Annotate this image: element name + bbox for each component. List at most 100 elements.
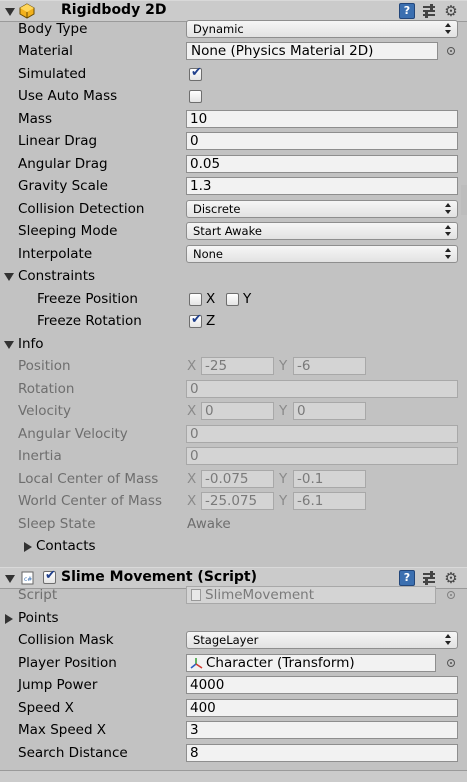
help-icon[interactable]: ? xyxy=(399,3,415,19)
collision-detection-label: Collision Detection xyxy=(18,201,145,217)
local-com-x-field: -0.075 xyxy=(201,470,274,488)
interpolate-dropdown[interactable]: None xyxy=(186,245,458,263)
collision-mask-label: Collision Mask xyxy=(18,632,114,648)
collision-mask-value: StageLayer xyxy=(193,633,259,647)
angular-velocity-field: 0 xyxy=(186,425,458,443)
dropdown-arrows-icon xyxy=(445,23,451,35)
jump-power-input[interactable]: 4000 xyxy=(186,676,458,694)
angular-drag-input[interactable]: 0.05 xyxy=(186,155,458,173)
scrollbar[interactable] xyxy=(461,185,467,215)
freeze-rotation-row: Freeze Rotation ✔ Z xyxy=(0,311,467,333)
use-auto-mass-checkbox[interactable] xyxy=(189,90,202,103)
info-world-center-of-mass-row: World Center of Mass X -25.075 Y -6.1 xyxy=(0,491,467,513)
points-foldout[interactable]: Points xyxy=(0,608,467,630)
inertia-field: 0 xyxy=(186,447,458,465)
speed-x-row: Speed X 400 xyxy=(0,698,467,720)
collision-mask-dropdown[interactable]: StageLayer xyxy=(186,631,458,649)
velocity-y-label: Y xyxy=(279,403,288,419)
world-com-y-label: Y xyxy=(279,493,288,509)
dropdown-arrows-icon xyxy=(445,248,451,260)
body-type-label: Body Type xyxy=(18,21,88,37)
rigidbody2d-title: Rigidbody 2D xyxy=(61,2,167,18)
next-component-header xyxy=(0,771,467,782)
foldout-expanded-icon[interactable] xyxy=(4,273,14,281)
interpolate-row: Interpolate None xyxy=(0,244,467,266)
world-com-y-field: -6.1 xyxy=(293,492,366,510)
foldout-collapsed-icon[interactable] xyxy=(5,614,13,624)
search-distance-input[interactable]: 8 xyxy=(186,744,458,762)
angular-velocity-label: Angular Velocity xyxy=(18,426,128,442)
max-speed-x-label: Max Speed X xyxy=(18,722,107,738)
info-velocity-row: Velocity X 0 Y 0 xyxy=(0,401,467,423)
gear-icon[interactable]: ⚙ xyxy=(443,570,459,586)
contacts-foldout[interactable]: Contacts xyxy=(0,536,467,558)
max-speed-x-input[interactable]: 3 xyxy=(186,721,458,739)
info-label: Info xyxy=(18,336,44,352)
contacts-label: Contacts xyxy=(36,538,96,554)
checkmark-icon: ✔ xyxy=(191,312,202,327)
sleeping-mode-row: Sleeping Mode Start Awake xyxy=(0,221,467,243)
preset-icon[interactable] xyxy=(421,3,437,19)
velocity-x-field: 0 xyxy=(201,402,274,420)
constraints-foldout[interactable]: Constraints xyxy=(0,266,467,288)
preset-icon[interactable] xyxy=(421,570,437,586)
speed-x-input[interactable]: 400 xyxy=(186,699,458,717)
freeze-position-y-checkbox[interactable] xyxy=(226,293,239,306)
collision-detection-value: Discrete xyxy=(193,202,241,216)
gravity-scale-input[interactable]: 1.3 xyxy=(186,177,458,195)
mass-input[interactable]: 10 xyxy=(186,110,458,128)
object-picker-icon[interactable] xyxy=(447,47,455,55)
object-picker-icon[interactable] xyxy=(447,659,455,667)
sleeping-mode-dropdown[interactable]: Start Awake xyxy=(186,222,458,240)
interpolate-label: Interpolate xyxy=(18,246,93,262)
material-object-field[interactable]: None (Physics Material 2D) xyxy=(186,42,438,60)
simulated-label: Simulated xyxy=(18,66,87,82)
velocity-x-label: X xyxy=(187,403,197,419)
foldout-collapsed-icon[interactable] xyxy=(24,542,32,552)
freeze-position-y-label: Y xyxy=(243,291,252,307)
material-label: Material xyxy=(18,43,73,59)
foldout-expanded-icon[interactable] xyxy=(4,341,14,349)
world-com-x-label: X xyxy=(187,493,197,509)
interpolate-value: None xyxy=(193,247,224,261)
info-foldout[interactable]: Info xyxy=(0,334,467,356)
slime-movement-title: Slime Movement (Script) xyxy=(61,569,258,585)
script-component-icon: c# xyxy=(21,571,35,585)
freeze-rotation-z-checkbox[interactable]: ✔ xyxy=(189,312,202,328)
sleep-state-value: Awake xyxy=(187,516,231,532)
world-com-x-field: -25.075 xyxy=(201,492,274,510)
search-distance-label: Search Distance xyxy=(18,745,128,761)
simulated-row: Simulated ✔ xyxy=(0,64,467,86)
freeze-rotation-z-label: Z xyxy=(206,313,216,329)
body-type-dropdown[interactable]: Dynamic xyxy=(186,20,458,38)
transform-icon xyxy=(190,657,203,670)
linear-drag-input[interactable]: 0 xyxy=(186,132,458,150)
freeze-position-x-checkbox[interactable] xyxy=(189,293,202,306)
collision-detection-dropdown[interactable]: Discrete xyxy=(186,200,458,218)
linear-drag-row: Linear Drag 0 xyxy=(0,131,467,153)
info-inertia-row: Inertia 0 xyxy=(0,446,467,468)
sleeping-mode-label: Sleeping Mode xyxy=(18,223,118,239)
foldout-expanded-icon[interactable] xyxy=(5,8,15,16)
position-x-field: -25 xyxy=(201,357,274,375)
info-rotation-row: Rotation 0 xyxy=(0,379,467,401)
help-icon[interactable]: ? xyxy=(399,570,415,586)
max-speed-x-row: Max Speed X 3 xyxy=(0,720,467,742)
player-position-object-field[interactable]: Character (Transform) xyxy=(186,654,436,672)
simulated-checkbox[interactable]: ✔ xyxy=(189,66,202,81)
svg-text:c#: c# xyxy=(24,576,32,583)
points-label: Points xyxy=(18,610,59,626)
gear-icon[interactable]: ⚙ xyxy=(443,3,459,19)
jump-power-row: Jump Power 4000 xyxy=(0,675,467,697)
slime-movement-enabled-checkbox[interactable]: ✔ xyxy=(43,569,56,584)
speed-x-label: Speed X xyxy=(18,700,74,716)
local-com-y-label: Y xyxy=(279,471,288,487)
freeze-rotation-label: Freeze Rotation xyxy=(37,313,142,329)
position-y-field: -6 xyxy=(293,357,366,375)
sleeping-mode-value: Start Awake xyxy=(193,224,262,238)
velocity-y-field: 0 xyxy=(293,402,366,420)
gravity-scale-row: Gravity Scale 1.3 xyxy=(0,176,467,198)
foldout-expanded-icon[interactable] xyxy=(5,575,15,583)
position-x-label: X xyxy=(187,358,197,374)
info-angular-velocity-row: Angular Velocity 0 xyxy=(0,424,467,446)
